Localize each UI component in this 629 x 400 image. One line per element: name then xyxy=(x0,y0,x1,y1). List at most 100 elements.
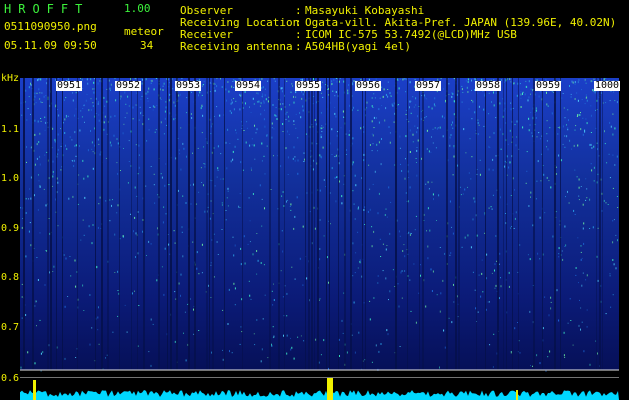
noise-dot xyxy=(328,281,330,284)
noise-dot xyxy=(388,186,390,189)
noise-dot xyxy=(250,112,252,113)
noise-dot xyxy=(590,132,592,133)
noise-dot xyxy=(427,207,429,210)
noise-dot xyxy=(37,279,39,281)
noise-dot xyxy=(280,165,282,168)
noise-dot xyxy=(147,90,149,93)
noise-dot xyxy=(597,279,599,282)
noise-dot xyxy=(216,176,218,178)
noise-dot xyxy=(150,80,152,82)
noise-dot xyxy=(234,244,236,247)
noise-dot xyxy=(134,186,136,189)
noise-dot xyxy=(334,106,336,108)
noise-dot xyxy=(135,104,137,106)
noise-dot xyxy=(360,127,362,130)
noise-dot xyxy=(138,305,140,306)
noise-dot xyxy=(26,146,27,148)
noise-dot xyxy=(527,99,529,102)
noise-dot xyxy=(461,88,463,91)
noise-dot xyxy=(444,101,446,103)
noise-dot xyxy=(44,154,46,156)
noise-dot xyxy=(295,91,297,94)
noise-dot xyxy=(388,299,389,301)
noise-dot xyxy=(434,97,436,100)
noise-dot xyxy=(357,267,359,269)
noise-dot xyxy=(145,92,147,95)
noise-dot xyxy=(267,80,269,82)
noise-dot xyxy=(577,237,579,239)
dark-stripe xyxy=(422,78,424,370)
spectrogram-background xyxy=(20,78,619,370)
noise-dot xyxy=(398,230,400,233)
noise-dot xyxy=(440,292,442,295)
noise-dot xyxy=(117,290,119,291)
noise-dot xyxy=(89,294,91,296)
noise-dot xyxy=(558,319,560,322)
noise-dot xyxy=(117,270,119,273)
noise-dot xyxy=(319,299,320,301)
noise-dot xyxy=(474,111,476,114)
noise-dot xyxy=(405,91,407,93)
noise-dot xyxy=(612,133,614,136)
noise-dot xyxy=(463,128,465,131)
noise-dot xyxy=(408,78,410,80)
dark-stripe xyxy=(101,78,103,370)
noise-dot xyxy=(495,155,497,157)
noise-dot xyxy=(580,258,582,261)
noise-dot xyxy=(373,127,375,129)
noise-dot xyxy=(546,146,547,148)
noise-dot xyxy=(150,166,152,167)
noise-dot xyxy=(110,115,112,118)
noise-dot xyxy=(515,144,517,147)
noise-dot xyxy=(516,120,518,123)
noise-dot xyxy=(563,331,565,334)
noise-dot xyxy=(386,216,388,218)
noise-dot xyxy=(323,235,325,237)
noise-dot xyxy=(292,157,294,160)
noise-dot xyxy=(84,196,86,199)
noise-dot xyxy=(573,144,575,147)
noise-dot xyxy=(342,332,344,334)
noise-dot xyxy=(248,280,250,282)
noise-dot xyxy=(331,167,333,170)
noise-dot xyxy=(120,95,122,98)
noise-dot xyxy=(291,346,293,349)
noise-dot xyxy=(92,102,94,104)
noise-dot xyxy=(147,93,149,95)
antenna-value: A504HB(yagi 4el) xyxy=(305,40,411,53)
noise-dot xyxy=(262,318,264,320)
noise-dot xyxy=(514,327,516,330)
noise-dot xyxy=(335,115,337,118)
noise-dot xyxy=(67,296,69,297)
noise-dot xyxy=(109,87,111,90)
noise-dot xyxy=(412,96,414,98)
noise-dot xyxy=(274,80,276,82)
noise-dot xyxy=(404,255,406,258)
noise-dot xyxy=(578,178,580,181)
noise-dot xyxy=(383,88,385,91)
noise-dot xyxy=(87,175,89,178)
noise-dot xyxy=(133,230,134,233)
noise-dot xyxy=(491,208,493,210)
noise-dot xyxy=(405,78,407,80)
noise-dot xyxy=(290,203,292,206)
noise-dot xyxy=(377,282,379,284)
noise-dot xyxy=(417,115,419,118)
noise-dot xyxy=(227,190,229,192)
noise-dot xyxy=(548,180,550,182)
noise-dot xyxy=(472,271,474,273)
noise-dot xyxy=(168,99,170,102)
noise-dot xyxy=(67,115,69,117)
noise-dot xyxy=(34,95,36,98)
noise-dot xyxy=(40,352,42,355)
dark-stripe xyxy=(455,78,457,370)
noise-dot xyxy=(482,91,484,92)
noise-dot xyxy=(264,294,266,296)
noise-dot xyxy=(97,101,99,104)
noise-dot xyxy=(609,121,611,124)
noise-dot xyxy=(387,333,389,336)
noise-dot xyxy=(213,276,215,278)
noise-dot xyxy=(529,124,531,126)
noise-dot xyxy=(335,78,337,79)
noise-dot xyxy=(416,149,418,152)
